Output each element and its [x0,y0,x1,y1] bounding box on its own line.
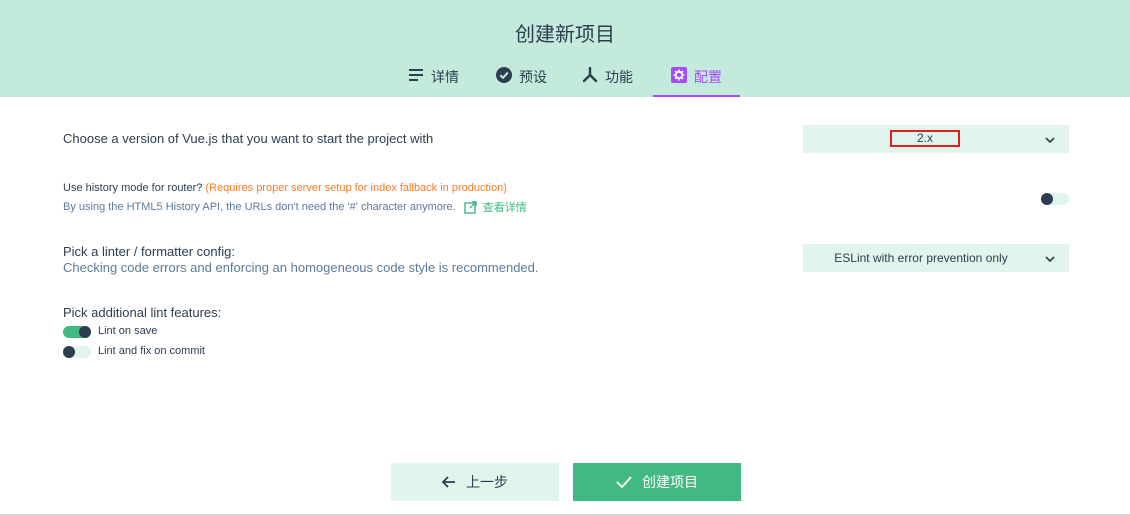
details-icon [408,67,424,83]
tab-features[interactable]: 功能 [582,60,633,97]
tab-label: 配置 [694,70,722,86]
toggle-knob [79,326,91,338]
toggle-knob [1041,193,1053,205]
previous-step-button[interactable]: 上一步 [391,463,559,501]
previous-step-label: 上一步 [466,475,508,491]
history-mode-details-link[interactable]: 查看详情 [483,199,527,215]
linter-value: ESLint with error prevention only [834,251,1008,265]
lint-features-label: Pick additional lint features: [63,305,222,320]
chevron-down-icon [1045,132,1055,146]
checkmark-icon [616,476,632,488]
create-project-label: 创建项目 [642,475,698,491]
toggle-knob [63,346,75,358]
linter-select[interactable]: ESLint with error prevention only [803,244,1069,272]
linter-description: Checking code errors and enforcing an ho… [63,260,539,275]
step-tabs: 详情 预设 功能 配置 [0,60,1130,97]
tab-config[interactable]: 配置 [653,60,740,97]
tab-details[interactable]: 详情 [408,60,459,97]
tab-label: 详情 [431,70,459,86]
create-project-button[interactable]: 创建项目 [573,463,741,501]
gear-icon [671,67,687,83]
check-circle-icon [496,67,512,83]
header: 创建新项目 详情 预设 功能 配置 [0,0,1130,97]
vue-version-select[interactable]: 2.x [803,125,1069,153]
linter-label: Pick a linter / formatter config: [63,244,235,259]
tab-presets[interactable]: 预设 [496,60,547,97]
history-mode-question: Use history mode for router? [63,182,203,194]
history-mode-toggle[interactable] [1041,193,1069,205]
vue-version-value: 2.x [890,130,960,147]
lint-fix-on-commit-label: Lint and fix on commit [98,345,205,357]
history-mode-description-row: By using the HTML5 History API, the URLs… [63,199,527,215]
tab-label: 功能 [605,70,633,86]
vue-version-label: Choose a version of Vue.js that you want… [63,131,434,146]
arrow-left-icon [442,476,456,488]
lint-fix-on-commit-toggle[interactable] [63,346,91,358]
history-mode-warning: (Requires proper server setup for index … [205,182,507,194]
page-title: 创建新项目 [515,22,615,46]
lint-on-save-label: Lint on save [98,325,158,337]
fork-icon [582,67,598,83]
tab-label: 预设 [519,70,547,86]
lint-on-save-toggle[interactable] [63,326,91,338]
external-link-icon[interactable] [464,200,477,214]
history-mode-description: By using the HTML5 History API, the URLs… [63,201,456,213]
chevron-down-icon [1045,251,1055,265]
history-mode-label: Use history mode for router? (Requires p… [63,182,507,194]
